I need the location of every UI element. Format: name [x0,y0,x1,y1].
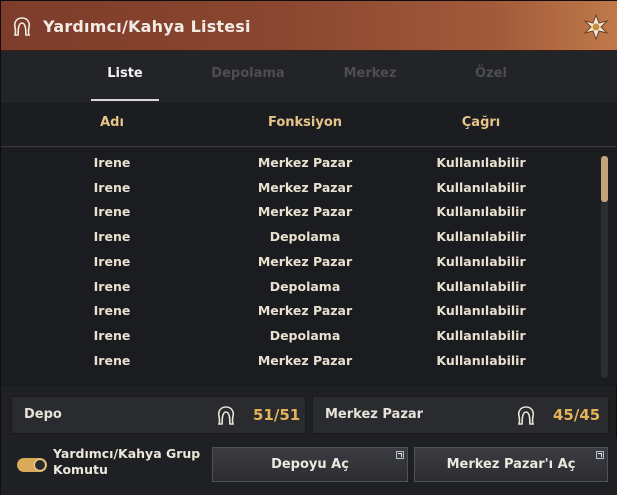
list-item[interactable]: Irene Depolama Kullanılabilir [1,324,601,349]
helper-call-status: Kullanılabilir [436,278,526,294]
helper-head-icon [217,406,235,425]
open-storage-label: Depoyu Aç [271,457,349,472]
external-link-icon [396,451,404,459]
column-header-function: Fonksiyon [267,115,343,130]
helper-head-icon [13,17,31,36]
helper-function: Merkez Pazar [257,155,353,170]
list-header: Adı Fonksiyon Çağrı [1,103,617,147]
helper-call-status: Kullanılabilir [436,303,526,319]
helper-name: Irene [93,179,131,195]
scrollbar-thumb[interactable] [601,156,608,202]
open-storage-button[interactable]: Depoyu Aç [212,447,408,482]
helper-call-status: Kullanılabilir [436,229,526,245]
list-item[interactable]: Irene Merkez Pazar Kullanılabilir [1,176,601,201]
list-item[interactable]: Irene Merkez Pazar Kullanılabilir [1,250,601,275]
helper-function: Merkez Pazar [257,303,353,319]
helper-function: Depolama [269,327,341,343]
market-count-label: Merkez Pazar [325,407,424,422]
tab-central-market[interactable]: Merkez Pazar [323,51,417,127]
helper-name: Irene [93,303,131,319]
helper-name: Irene [93,229,131,245]
title-bar[interactable]: Yardımcı/Kahya Listesi [1,1,617,51]
list-item[interactable]: Irene Depolama Kullanılabilir [1,225,601,250]
helper-function: Merkez Pazar [257,253,353,269]
storage-count-value: 51/51 [253,406,301,424]
helper-head-icon [517,406,535,425]
open-central-market-label: Merkez Pazar'ı Aç [446,457,576,472]
open-central-market-button[interactable]: Merkez Pazar'ı Aç [414,447,608,482]
helper-call-status: Kullanılabilir [436,204,526,220]
helper-function: Merkez Pazar [257,352,353,368]
list-item[interactable]: Irene Depolama Kullanılabilir [1,275,601,300]
tab-storage[interactable]: Depolama [209,51,287,103]
helper-name: Irene [93,155,131,170]
list-item[interactable]: Irene Merkez Pazar Kullanılabilir [1,299,601,324]
helper-list: Irene Merkez Pazar Kullanılabilir Irene Merk… [1,148,617,386]
group-command-label: Yardımcı/Kahya Grup Komutu [53,446,201,477]
list-item[interactable]: Irene Merkez Pazar Kullanılabilir [1,151,601,176]
storage-count-label: Depo [24,407,62,422]
helper-function: Depolama [269,229,341,245]
helper-name: Irene [93,253,131,269]
helper-call-status: Kullanılabilir [436,253,526,269]
column-header-name: Adı [100,115,124,130]
tab-bar: Liste (Tümü) Depolama Merkez Pazar Özel … [1,51,617,127]
helper-function: Merkez Pazar [257,204,353,220]
helper-name: Irene [93,204,131,220]
footer-bar: Yardımcı/Kahya Grup Komutu Depoyu Aç Mer… [1,438,617,495]
tab-my-special-helper[interactable]: Özel Yardımcım [435,51,547,127]
helper-call-status: Kullanılabilir [436,327,526,343]
market-count-box: Merkez Pazar 45/45 [312,396,609,434]
window-title: Yardımcı/Kahya Listesi [43,17,251,36]
helper-call-status: Kullanılabilir [436,155,526,170]
helper-name: Irene [93,327,131,343]
helper-name: Irene [93,278,131,294]
column-header-call: Çağrı [461,115,501,130]
tab-list-all[interactable]: Liste (Tümü) [85,51,165,127]
storage-count-box: Depo 51/51 [11,396,306,434]
star-emblem-icon[interactable] [582,13,610,41]
market-count-value: 45/45 [553,406,601,424]
toggle-knob [34,459,46,471]
helper-name: Irene [93,352,131,368]
group-command-toggle[interactable] [17,458,47,472]
external-link-icon [596,451,604,459]
list-item[interactable]: Irene Merkez Pazar Kullanılabilir [1,200,601,225]
helper-function: Depolama [269,278,341,294]
helper-list-window: Yardımcı/Kahya Listesi Liste (Tümü) Depo… [0,0,617,495]
helper-function: Merkez Pazar [257,179,353,195]
helper-call-status: Kullanılabilir [436,352,526,368]
helper-call-status: Kullanılabilir [436,179,526,195]
list-scrollbar[interactable] [601,156,608,378]
list-item[interactable]: Irene Merkez Pazar Kullanılabilir [1,349,601,374]
